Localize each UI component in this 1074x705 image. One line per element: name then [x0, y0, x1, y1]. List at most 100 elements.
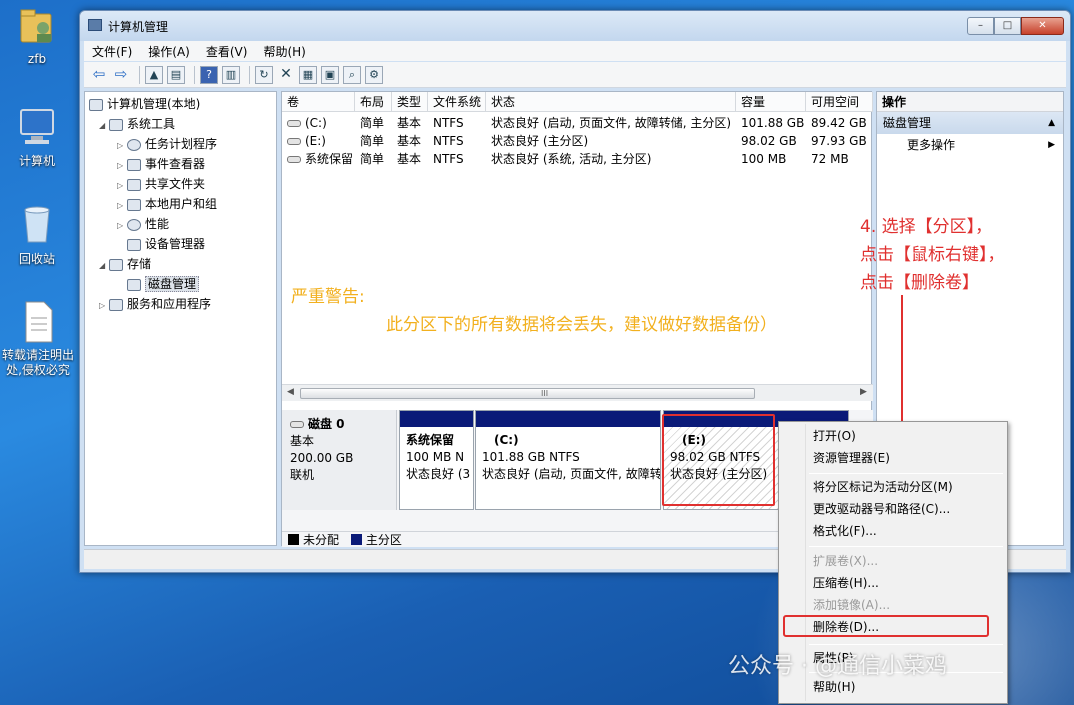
- toolbar: ⇦ ⇨ ▲ ▤ ? ▥ ↻ ✕ ▦ ▣ ⌕ ⚙: [84, 62, 1066, 88]
- expand-icon[interactable]: ▷: [117, 136, 127, 156]
- filesystem-cell: NTFS: [433, 116, 464, 130]
- partition-c[interactable]: (C:) 101.88 GB NTFS 状态良好 (启动, 页面文件, 故障转: [475, 410, 661, 510]
- title-bar[interactable]: 计算机管理 – □ ✕: [80, 11, 1070, 41]
- collapse-icon[interactable]: ◢: [99, 116, 109, 136]
- tree-item-label: 存储: [127, 257, 152, 271]
- expand-icon[interactable]: ▷: [117, 196, 127, 216]
- tree-item-storage[interactable]: ◢ 存储: [99, 254, 151, 274]
- desktop-icon-label: 回收站: [18, 252, 55, 266]
- actions-group-label: 磁盘管理: [883, 116, 932, 130]
- menu-view[interactable]: 查看(V): [198, 43, 256, 60]
- expand-icon[interactable]: ▷: [117, 176, 127, 196]
- tree-item-disk-management[interactable]: 磁盘管理: [127, 274, 200, 294]
- legend-unallocated-label: 未分配: [303, 533, 340, 547]
- drive-icon: [287, 120, 301, 127]
- expand-icon[interactable]: ▷: [99, 296, 109, 316]
- menu-item-change-drive-letter[interactable]: 更改驱动器号和路径(C)...: [813, 499, 950, 519]
- partition-system-reserved[interactable]: 系统保留 100 MB N 状态良好 (3: [399, 410, 474, 510]
- toolbar-separator: [194, 65, 195, 84]
- properties-icon[interactable]: ▦: [299, 65, 317, 84]
- tree-item-label: 本地用户和组: [145, 197, 218, 211]
- scrollbar-thumb[interactable]: III: [300, 388, 755, 399]
- refresh-icon[interactable]: ↻: [255, 65, 273, 84]
- minimize-button[interactable]: –: [967, 17, 994, 35]
- actions-group-disk-management[interactable]: 磁盘管理 ▲: [877, 112, 1063, 134]
- partition-name: (C:): [494, 433, 519, 447]
- menu-file[interactable]: 文件(F): [84, 43, 140, 60]
- table-row[interactable]: (C:) 简单 基本 NTFS 状态良好 (启动, 页面文件, 故障转储, 主分…: [282, 114, 873, 132]
- type-cell: 基本: [397, 152, 422, 166]
- up-folder-icon[interactable]: ▲: [145, 65, 163, 84]
- collapse-icon[interactable]: ◢: [99, 256, 109, 276]
- settings-icon[interactable]: ⚙: [365, 65, 383, 84]
- layout-cell: 简单: [360, 116, 385, 130]
- menu-item-format[interactable]: 格式化(F)...: [813, 521, 877, 541]
- tools-icon: [109, 118, 123, 131]
- window-controls: – □ ✕: [967, 17, 1064, 35]
- expand-icon[interactable]: ▷: [117, 156, 127, 176]
- tree-item-label: 服务和应用程序: [127, 297, 212, 311]
- tree-item-performance[interactable]: ▷ 性能: [117, 214, 169, 234]
- desktop-icon-text-file[interactable]: 转载请注明出处,侵权必究: [0, 300, 76, 378]
- tree-item-shared-folders[interactable]: ▷ 共享文件夹: [117, 174, 205, 194]
- desktop-icon-user-folder[interactable]: zfb: [0, 4, 74, 66]
- scrollbar-grip: III: [541, 389, 549, 398]
- table-row[interactable]: 系统保留 简单 基本 NTFS 状态良好 (系统, 活动, 主分区) 100 M…: [282, 150, 873, 168]
- volume-list-header: 卷 布局 类型 文件系统 状态 容量 可用空间: [282, 92, 873, 112]
- column-header-type[interactable]: 类型: [392, 92, 428, 112]
- disk-type: 基本: [290, 434, 315, 448]
- delete-icon[interactable]: ✕: [277, 66, 295, 84]
- text-file-icon: [18, 300, 58, 344]
- menu-item-open[interactable]: 打开(O): [813, 426, 856, 446]
- table-row[interactable]: (E:) 简单 基本 NTFS 状态良好 (主分区) 98.02 GB 97.9…: [282, 132, 873, 150]
- forward-icon[interactable]: ⇨: [112, 66, 130, 84]
- back-icon[interactable]: ⇦: [90, 66, 108, 84]
- menu-item-explorer[interactable]: 资源管理器(E): [813, 448, 890, 468]
- tree-item-task-scheduler[interactable]: ▷ 任务计划程序: [117, 134, 217, 154]
- help-icon[interactable]: ?: [200, 65, 218, 84]
- tree-item-computer-management[interactable]: 计算机管理(本地): [89, 94, 200, 114]
- computer-management-icon: [89, 98, 103, 111]
- menu-item-extend-volume[interactable]: 扩展卷(X)...: [813, 551, 878, 571]
- disk-0-label[interactable]: 磁盘 0 基本 200.00 GB 联机: [282, 410, 397, 510]
- menu-separator: [809, 546, 1003, 547]
- tree-item-local-users-groups[interactable]: ▷ 本地用户和组: [117, 194, 217, 214]
- performance-icon: [127, 218, 141, 231]
- tree-item-event-viewer[interactable]: ▷ 事件查看器: [117, 154, 205, 174]
- menu-help[interactable]: 帮助(H): [255, 43, 313, 60]
- column-header-status[interactable]: 状态: [486, 92, 736, 112]
- tree-item-system-tools[interactable]: ◢ 系统工具: [99, 114, 175, 134]
- more-actions[interactable]: 更多操作 ▶: [877, 134, 1063, 156]
- tree-item-label: 任务计划程序: [145, 137, 218, 151]
- close-button[interactable]: ✕: [1021, 17, 1064, 35]
- column-header-filesystem[interactable]: 文件系统: [428, 92, 486, 112]
- menu-item-help[interactable]: 帮助(H): [813, 677, 855, 697]
- partition-status: 状态良好 (启动, 页面文件, 故障转: [482, 467, 660, 481]
- show-hide-tree-icon[interactable]: ▤: [167, 65, 185, 84]
- scroll-left-icon[interactable]: ◀: [287, 387, 294, 397]
- desktop-icon-recycle-bin[interactable]: 回收站: [0, 202, 74, 267]
- expand-icon[interactable]: ▷: [117, 216, 127, 236]
- tree-item-label: 设备管理器: [145, 237, 206, 251]
- tree-item-services-applications[interactable]: ▷ 服务和应用程序: [99, 294, 211, 314]
- column-header-volume[interactable]: 卷: [282, 92, 355, 112]
- desktop-icon-computer[interactable]: 计算机: [0, 104, 74, 169]
- scroll-right-icon[interactable]: ▶: [860, 387, 867, 397]
- menu-action[interactable]: 操作(A): [140, 43, 198, 60]
- menu-item-add-mirror[interactable]: 添加镜像(A)...: [813, 595, 890, 615]
- column-header-layout[interactable]: 布局: [355, 92, 392, 112]
- users-icon: [127, 198, 141, 211]
- menu-item-shrink-volume[interactable]: 压缩卷(H)...: [813, 573, 879, 593]
- menu-item-mark-active[interactable]: 将分区标记为活动分区(M): [813, 477, 953, 497]
- search-icon[interactable]: ⌕: [343, 65, 361, 84]
- status-cell: 状态良好 (启动, 页面文件, 故障转储, 主分区): [491, 116, 732, 130]
- show-hide-action-pane-icon[interactable]: ▥: [222, 65, 240, 84]
- maximize-button[interactable]: □: [994, 17, 1021, 35]
- tree-item-device-manager[interactable]: 设备管理器: [127, 234, 205, 254]
- column-header-capacity[interactable]: 容量: [736, 92, 806, 112]
- column-header-free-space[interactable]: 可用空间: [806, 92, 873, 112]
- free-space-cell: 89.42 GB: [811, 116, 867, 130]
- open-icon[interactable]: ▣: [321, 65, 339, 84]
- partition-name: 系统保留: [406, 433, 455, 447]
- horizontal-scrollbar[interactable]: ◀ III ▶: [282, 384, 873, 401]
